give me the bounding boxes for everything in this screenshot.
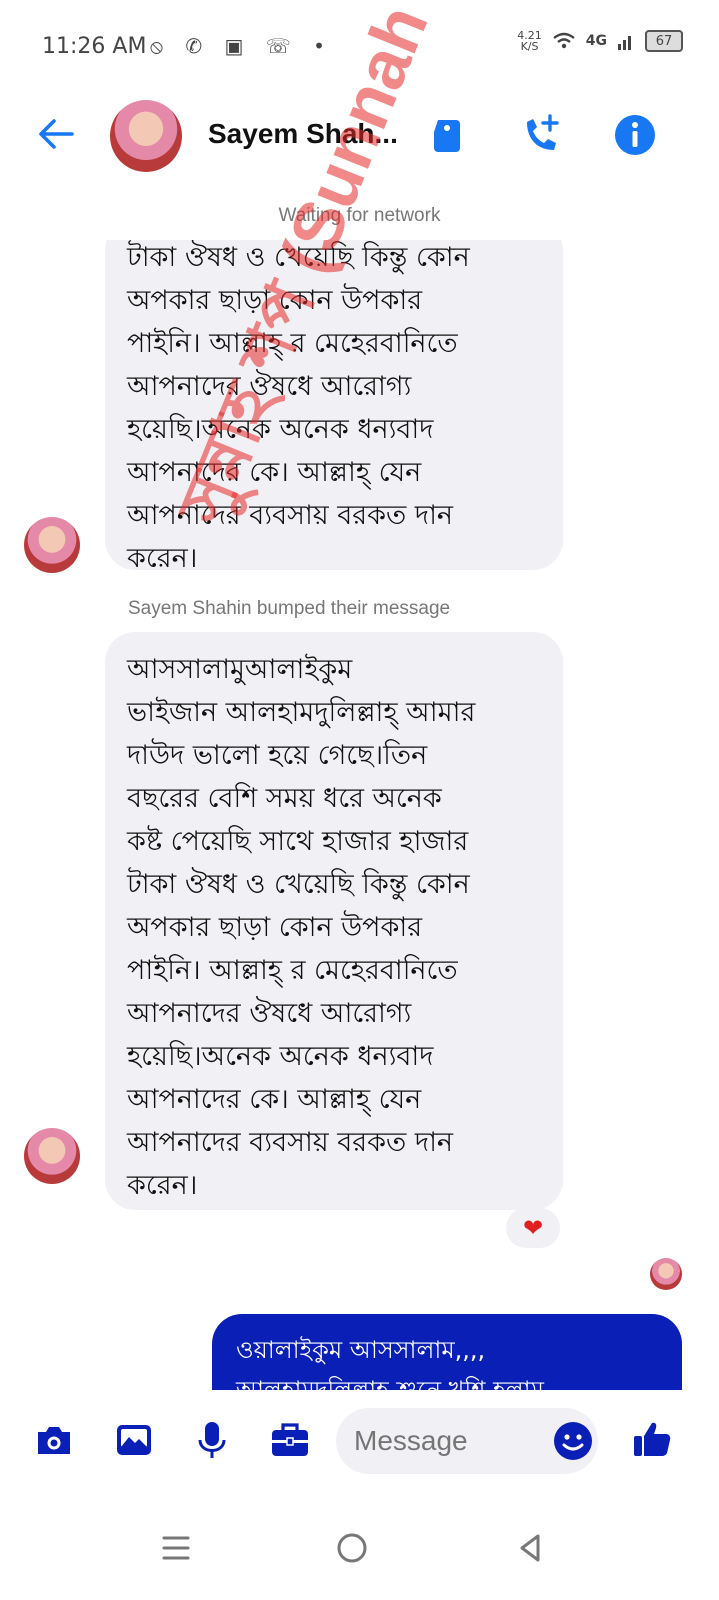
message-list[interactable]: টাকা ঔষধ ও খেয়েছি কিন্তু কোন অপকার ছাড়… bbox=[0, 240, 719, 1390]
status-notification-icons: ⦸ ✆ ▣ ☏ • bbox=[150, 34, 333, 58]
message-line: আপনাদের ব্যবসায় বরকত দান bbox=[127, 1127, 454, 1158]
message-line: বছরের বেশি সময় ধরে অনেক bbox=[127, 783, 442, 814]
message-line: ওয়ালাইকুম আসসালাম,,,, bbox=[236, 1336, 486, 1364]
message-line: দাউদ ভালো হয়ে গেছে।তিন bbox=[127, 740, 428, 771]
signal-icon bbox=[618, 36, 631, 50]
message-line: অপকার ছাড়া কোন উপকার bbox=[127, 285, 423, 316]
add-call-icon[interactable] bbox=[518, 112, 564, 158]
incoming-message-bubble[interactable]: টাকা ঔষধ ও খেয়েছি কিন্তু কোন অপকার ছাড়… bbox=[105, 240, 563, 574]
home-icon[interactable] bbox=[332, 1528, 372, 1568]
network-status: Waiting for network bbox=[278, 205, 441, 226]
network-speed: 4.21 K/S bbox=[517, 30, 542, 52]
chat-header: Sayem Shah... bbox=[0, 90, 719, 180]
incoming-message-bubble[interactable]: আসসালামুআলাইকুম ভাইজান আলহামদুলিল্লাহ্ আ… bbox=[105, 632, 563, 1210]
emoji-icon[interactable] bbox=[552, 1420, 594, 1462]
image-icon[interactable] bbox=[112, 1418, 156, 1462]
contact-name[interactable]: Sayem Shah... bbox=[208, 118, 398, 150]
message-line: আলহামদুলিল্লাহ শুনে খুশি হলাম bbox=[236, 1376, 544, 1390]
recent-apps-icon[interactable] bbox=[156, 1528, 196, 1568]
seen-avatar bbox=[650, 1258, 682, 1290]
battery-icon: 67 bbox=[645, 30, 683, 52]
network-type: 4G bbox=[585, 33, 607, 49]
message-line: টাকা ঔষধ ও খেয়েছি কিন্তু কোন bbox=[127, 869, 470, 900]
message-line: করেন। bbox=[127, 1170, 198, 1201]
status-bar: 11:26 AM ⦸ ✆ ▣ ☏ • 4.21 K/S 4G 67 bbox=[0, 0, 719, 90]
message-line: আপনাদের ঔষধে আরোগ্য bbox=[127, 998, 412, 1029]
message-line: পাইনি। আল্লাহ্ র মেহেরবানিতে bbox=[127, 328, 458, 359]
sender-avatar[interactable] bbox=[24, 517, 80, 573]
contact-avatar[interactable] bbox=[110, 100, 182, 172]
microphone-icon[interactable] bbox=[190, 1418, 234, 1462]
info-icon[interactable] bbox=[612, 112, 658, 158]
message-line: টাকা ঔষধ ও খেয়েছি কিন্তু কোন bbox=[127, 242, 470, 273]
back-arrow-icon[interactable] bbox=[34, 112, 78, 156]
battery-level: 67 bbox=[655, 33, 673, 49]
message-line: আপনাদের কে। আল্লাহ্ যেন bbox=[127, 1084, 422, 1115]
message-line: আপনাদের ঔষধে আরোগ্য bbox=[127, 371, 412, 402]
wifi-icon bbox=[553, 32, 575, 49]
message-line: অপকার ছাড়া কোন উপকার bbox=[127, 912, 423, 943]
network-speed-unit: K/S bbox=[520, 40, 539, 53]
system-navigation-bar bbox=[0, 1500, 719, 1600]
message-line: কষ্ট পেয়েছি সাথে হাজার হাজার bbox=[127, 826, 469, 857]
briefcase-icon[interactable] bbox=[268, 1418, 312, 1462]
message-line: করেন। bbox=[127, 543, 198, 574]
heart-reaction[interactable]: ❤ bbox=[506, 1208, 560, 1248]
status-right-group: 4.21 K/S 4G 67 bbox=[517, 30, 683, 52]
thumbs-up-icon[interactable] bbox=[630, 1418, 674, 1462]
outgoing-message-bubble[interactable]: ওয়ালাইকুম আসসালাম,,,, আলহামদুলিল্লাহ শু… bbox=[212, 1314, 682, 1390]
camera-icon[interactable] bbox=[32, 1418, 76, 1462]
back-nav-icon[interactable] bbox=[510, 1528, 550, 1568]
sender-avatar[interactable] bbox=[24, 1128, 80, 1184]
message-line: হয়েছি।অনেক অনেক ধন্যবাদ bbox=[127, 414, 434, 445]
message-line: হয়েছি।অনেক অনেক ধন্যবাদ bbox=[127, 1041, 434, 1072]
message-line: আপনাদের ব্যবসায় বরকত দান bbox=[127, 500, 454, 531]
tag-icon[interactable] bbox=[424, 112, 470, 158]
status-time: 11:26 AM bbox=[42, 34, 147, 59]
bump-notice: Sayem Shahin bumped their message bbox=[128, 598, 451, 619]
composer-bar bbox=[0, 1390, 719, 1490]
message-line: আসসালামুআলাইকুম bbox=[127, 654, 353, 685]
message-line: পাইনি। আল্লাহ্ র মেহেরবানিতে bbox=[127, 955, 458, 986]
message-line: আপনাদের কে। আল্লাহ্ যেন bbox=[127, 457, 422, 488]
message-line: ভাইজান আলহামদুলিল্লাহ্ আমার bbox=[127, 697, 476, 728]
